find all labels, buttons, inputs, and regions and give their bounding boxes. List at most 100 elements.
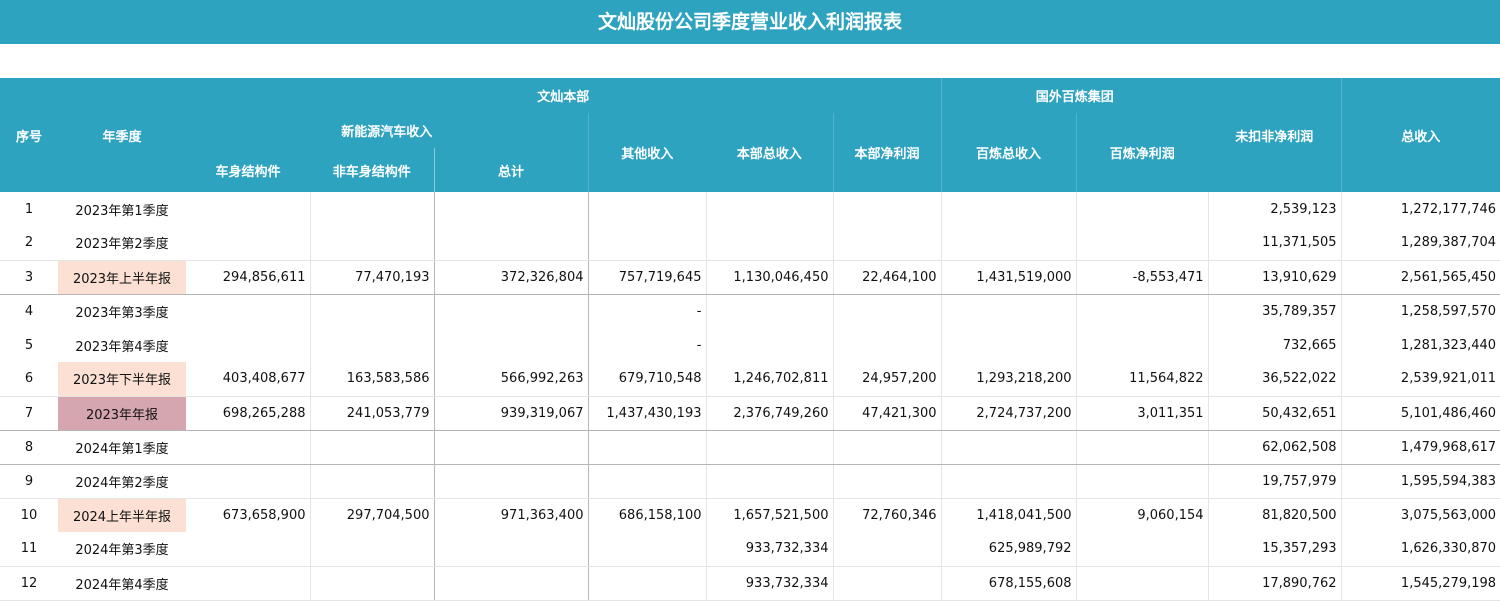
cell-subtotal[interactable]: 566,992,263 xyxy=(433,362,588,397)
cell-bl-total-income[interactable]: 1,431,519,000 xyxy=(940,260,1077,295)
cell-seq[interactable]: 4 xyxy=(0,294,58,328)
cell-period[interactable]: 2023年第2季度 xyxy=(58,226,186,261)
cell-total-income[interactable]: 1,281,323,440 xyxy=(1340,328,1500,362)
cell-bl-total-income[interactable]: 678,155,608 xyxy=(940,566,1077,601)
cell-subtotal[interactable] xyxy=(433,226,588,261)
cell-seq[interactable]: 5 xyxy=(0,328,58,362)
cell-net-profit[interactable]: 50,432,651 xyxy=(1207,396,1342,431)
cell-hq-net-profit[interactable]: 72,760,346 xyxy=(832,498,942,532)
cell-seq[interactable]: 11 xyxy=(0,532,58,567)
cell-body-parts[interactable]: 403,408,677 xyxy=(186,362,310,397)
cell-seq[interactable]: 2 xyxy=(0,226,58,261)
cell-other-income[interactable]: - xyxy=(587,294,706,328)
cell-period[interactable]: 2024年第3季度 xyxy=(58,532,186,567)
cell-hq-total-income[interactable]: 1,130,046,450 xyxy=(705,260,833,295)
cell-period[interactable]: 2023年下半年报 xyxy=(58,362,186,397)
cell-subtotal[interactable] xyxy=(433,192,588,226)
cell-body-parts[interactable] xyxy=(186,328,310,362)
cell-bl-net-profit[interactable] xyxy=(1075,328,1209,362)
cell-non-body-parts[interactable]: 297,704,500 xyxy=(309,498,434,532)
cell-hq-total-income[interactable] xyxy=(705,192,833,226)
cell-bl-total-income[interactable]: 2,724,737,200 xyxy=(940,396,1077,431)
cell-bl-net-profit[interactable] xyxy=(1075,532,1209,567)
cell-bl-net-profit[interactable] xyxy=(1075,226,1209,261)
cell-hq-net-profit[interactable] xyxy=(832,328,942,362)
cell-net-profit[interactable]: 17,890,762 xyxy=(1207,566,1342,601)
cell-seq[interactable]: 1 xyxy=(0,192,58,226)
cell-total-income[interactable]: 2,561,565,450 xyxy=(1340,260,1500,295)
cell-bl-net-profit[interactable] xyxy=(1075,192,1209,226)
cell-hq-net-profit[interactable]: 24,957,200 xyxy=(832,362,942,397)
cell-hq-net-profit[interactable] xyxy=(832,192,942,226)
cell-other-income[interactable]: - xyxy=(587,328,706,362)
cell-non-body-parts[interactable] xyxy=(309,430,434,465)
cell-period[interactable]: 2023年第4季度 xyxy=(58,328,186,362)
cell-other-income[interactable]: 686,158,100 xyxy=(587,498,706,532)
cell-subtotal[interactable] xyxy=(433,464,588,499)
cell-subtotal[interactable]: 971,363,400 xyxy=(433,498,588,532)
cell-total-income[interactable]: 3,075,563,000 xyxy=(1340,498,1500,532)
cell-net-profit[interactable]: 81,820,500 xyxy=(1207,498,1342,532)
cell-hq-net-profit[interactable] xyxy=(832,294,942,328)
cell-bl-net-profit[interactable]: 9,060,154 xyxy=(1075,498,1209,532)
cell-bl-total-income[interactable] xyxy=(940,226,1077,261)
cell-body-parts[interactable] xyxy=(186,532,310,567)
cell-period[interactable]: 2024上年半年报 xyxy=(58,498,186,532)
cell-bl-net-profit[interactable]: 3,011,351 xyxy=(1075,396,1209,431)
cell-bl-net-profit[interactable]: -8,553,471 xyxy=(1075,260,1209,295)
cell-subtotal[interactable] xyxy=(433,532,588,567)
cell-other-income[interactable] xyxy=(587,532,706,567)
cell-hq-net-profit[interactable] xyxy=(832,430,942,465)
cell-body-parts[interactable] xyxy=(186,464,310,499)
cell-non-body-parts[interactable] xyxy=(309,566,434,601)
cell-non-body-parts[interactable]: 77,470,193 xyxy=(309,260,434,295)
cell-hq-net-profit[interactable] xyxy=(832,464,942,499)
cell-bl-total-income[interactable]: 1,418,041,500 xyxy=(940,498,1077,532)
cell-seq[interactable]: 9 xyxy=(0,464,58,499)
cell-body-parts[interactable]: 698,265,288 xyxy=(186,396,310,431)
cell-bl-total-income[interactable] xyxy=(940,294,1077,328)
cell-other-income[interactable] xyxy=(587,430,706,465)
cell-net-profit[interactable]: 36,522,022 xyxy=(1207,362,1342,397)
cell-non-body-parts[interactable] xyxy=(309,192,434,226)
cell-other-income[interactable] xyxy=(587,566,706,601)
cell-hq-total-income[interactable] xyxy=(705,328,833,362)
cell-period[interactable]: 2023年上半年报 xyxy=(58,260,186,295)
cell-hq-total-income[interactable]: 2,376,749,260 xyxy=(705,396,833,431)
cell-seq[interactable]: 10 xyxy=(0,498,58,532)
cell-hq-total-income[interactable]: 1,246,702,811 xyxy=(705,362,833,397)
cell-body-parts[interactable] xyxy=(186,226,310,261)
cell-non-body-parts[interactable]: 241,053,779 xyxy=(309,396,434,431)
cell-net-profit[interactable]: 13,910,629 xyxy=(1207,260,1342,295)
cell-hq-total-income[interactable]: 933,732,334 xyxy=(705,532,833,567)
cell-hq-total-income[interactable] xyxy=(705,226,833,261)
cell-non-body-parts[interactable] xyxy=(309,532,434,567)
cell-hq-net-profit[interactable] xyxy=(832,566,942,601)
cell-bl-net-profit[interactable] xyxy=(1075,294,1209,328)
cell-subtotal[interactable]: 939,319,067 xyxy=(433,396,588,431)
cell-total-income[interactable]: 1,289,387,704 xyxy=(1340,226,1500,261)
cell-other-income[interactable] xyxy=(587,226,706,261)
cell-non-body-parts[interactable]: 163,583,586 xyxy=(309,362,434,397)
cell-period[interactable]: 2024年第4季度 xyxy=(58,566,186,601)
cell-bl-net-profit[interactable] xyxy=(1075,464,1209,499)
cell-body-parts[interactable]: 673,658,900 xyxy=(186,498,310,532)
cell-total-income[interactable]: 1,595,594,383 xyxy=(1340,464,1500,499)
cell-body-parts[interactable]: 294,856,611 xyxy=(186,260,310,295)
cell-total-income[interactable]: 1,272,177,746 xyxy=(1340,192,1500,226)
cell-subtotal[interactable] xyxy=(433,294,588,328)
cell-total-income[interactable]: 2,539,921,011 xyxy=(1340,362,1500,397)
cell-hq-total-income[interactable] xyxy=(705,294,833,328)
cell-subtotal[interactable] xyxy=(433,430,588,465)
cell-bl-total-income[interactable] xyxy=(940,192,1077,226)
cell-body-parts[interactable] xyxy=(186,192,310,226)
cell-total-income[interactable]: 1,545,279,198 xyxy=(1340,566,1500,601)
cell-bl-net-profit[interactable] xyxy=(1075,430,1209,465)
cell-other-income[interactable] xyxy=(587,192,706,226)
cell-seq[interactable]: 3 xyxy=(0,260,58,295)
cell-total-income[interactable]: 1,626,330,870 xyxy=(1340,532,1500,567)
cell-period[interactable]: 2024年第2季度 xyxy=(58,464,186,499)
cell-other-income[interactable] xyxy=(587,464,706,499)
cell-hq-total-income[interactable] xyxy=(705,464,833,499)
cell-net-profit[interactable]: 35,789,357 xyxy=(1207,294,1342,328)
